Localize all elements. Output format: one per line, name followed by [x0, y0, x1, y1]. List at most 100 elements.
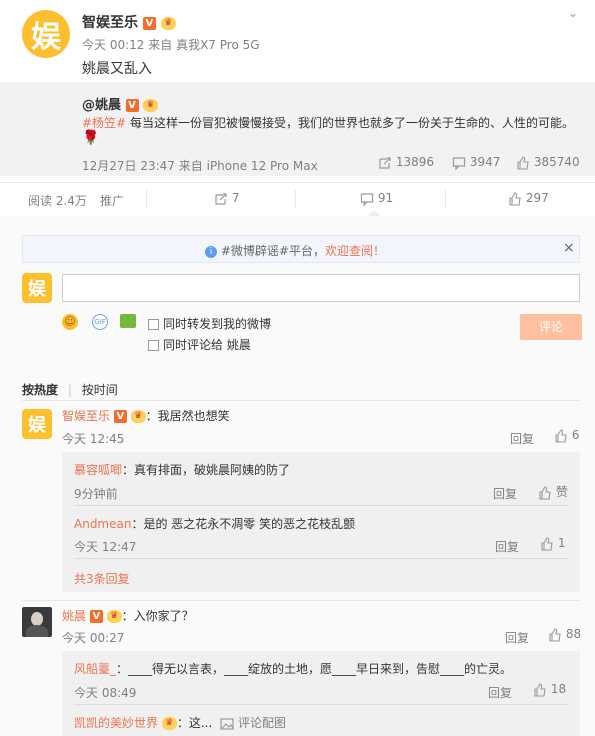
comment-time: 今天 00:27 — [62, 631, 125, 645]
author-avatar[interactable]: 娱 — [22, 10, 70, 58]
comment-text: ：我居然也想笑 — [145, 409, 230, 423]
thumbs-up-icon — [534, 682, 546, 697]
image-icon — [220, 717, 234, 730]
vip-badge: ♛ — [130, 410, 146, 423]
post-source-prefix: 来自 — [148, 38, 173, 52]
notice-tag[interactable]: #微博辟谣#平台， — [221, 244, 325, 258]
repost-forward-count[interactable]: 13896 — [378, 155, 434, 170]
comment-count: 91 — [377, 191, 394, 205]
reply-like[interactable]: 赞 — [538, 483, 568, 500]
author-name[interactable]: 智娱至乐 — [82, 15, 138, 31]
reply-row: 慕容呱唧：真有排面，破姚晨阿姨的防了 — [74, 461, 290, 478]
info-icon: i — [205, 245, 217, 258]
reply-link[interactable]: 回复 — [488, 684, 512, 701]
reply-text: ：是的 恶之花永不凋零 笑的恶之花枝乱颤 — [131, 517, 356, 531]
gif-icon[interactable]: GIF — [92, 314, 108, 330]
reply-like[interactable]: 18 — [533, 682, 566, 697]
weibo-post-card: 娱 智娱至乐 V ♛ ⌄ 今天 00:12 来自 真我X7 Pro 5G 姚晨又… — [0, 0, 595, 736]
reply-time: 今天 08:49 — [74, 686, 137, 700]
thumbs-up-icon — [517, 155, 529, 170]
repost-source-prefix: 来自 — [178, 159, 203, 173]
commenter-avatar[interactable]: 娱 — [22, 409, 52, 439]
sort-hot[interactable]: 按热度 — [22, 383, 58, 397]
thumbs-up-icon — [539, 485, 551, 500]
reply-text: ：____得无以言表，____绽放的土地，愿____早日来到，告慰____的亡灵… — [116, 662, 513, 676]
chevron-down-icon[interactable]: ⌄ — [568, 6, 578, 20]
reply-row: 风船薹_：____得无以言表，____绽放的土地，愿____早日来到，告慰___… — [74, 660, 512, 677]
repost-time[interactable]: 12月27日 23:47 — [82, 159, 175, 173]
topic-tag[interactable]: #杨笠# — [82, 116, 126, 130]
promote-link[interactable]: 推广 — [100, 192, 124, 209]
commenter-avatar[interactable] — [22, 607, 52, 637]
comment-text: ：入你家了？ — [121, 609, 194, 623]
reply-row: 凯凯的美妙世界 ♛ ：这... 评论配图 — [74, 714, 286, 731]
repost-meta: 12月27日 23:47 来自 iPhone 12 Pro Max — [82, 157, 318, 174]
like-count: 6 — [571, 428, 580, 442]
forward-count: 13896 — [395, 155, 435, 169]
like-count: 297 — [525, 191, 549, 205]
vip-badge: ♛ — [160, 16, 176, 30]
rose-emoji: 🌹 — [82, 130, 100, 146]
like-count: 88 — [565, 627, 582, 641]
close-icon[interactable]: × — [563, 240, 575, 256]
vip-badge: ♛ — [161, 717, 177, 730]
vip-badge: ♛ — [106, 610, 122, 623]
reply-link[interactable]: 回复 — [510, 430, 534, 447]
repost-author[interactable]: @姚晨 — [82, 98, 121, 113]
repost-text: #杨笠# 每当这样一份冒犯被慢慢接受，我们的世界也就多了一份关于生命的、人性的可… — [82, 114, 582, 132]
verified-badge: V — [113, 410, 127, 423]
post-source[interactable]: 真我X7 Pro 5G — [176, 38, 259, 52]
option-forward-label: 同时转发到我的微博 — [163, 317, 272, 331]
thumbs-up-icon — [549, 627, 561, 642]
option-comment-to[interactable]: 同时评论给 姚晨 — [148, 336, 251, 353]
comment-text-row: 姚晨 V ♛ ：入你家了？ — [62, 607, 194, 624]
post-text: 姚晨又乱入 — [82, 61, 152, 77]
repost-comment-count[interactable]: 3947 — [452, 155, 500, 170]
verified-badge: V — [89, 610, 103, 623]
vip-badge: ♛ — [143, 99, 159, 112]
reply-time: 9分钟前 — [74, 487, 118, 501]
post-time[interactable]: 今天 00:12 — [82, 38, 144, 52]
reply-link[interactable]: 回复 — [495, 538, 519, 555]
image-icon[interactable] — [120, 314, 136, 328]
repost-body: 每当这样一份冒犯被慢慢接受，我们的世界也就多了一份关于生命的、人性的可能。 — [126, 116, 574, 130]
sort-time[interactable]: 按时间 — [82, 383, 118, 397]
comment-input[interactable] — [62, 274, 580, 302]
comment-icon — [452, 156, 466, 170]
reply-link[interactable]: 回复 — [493, 485, 517, 502]
like-count: 385740 — [533, 155, 580, 169]
submit-comment-button[interactable]: 评论 — [520, 314, 582, 340]
verified-badge: V — [125, 99, 139, 112]
checkbox[interactable] — [148, 340, 159, 351]
emoji-icon[interactable]: ☺ — [62, 314, 78, 330]
verified-badge: V — [142, 16, 156, 30]
post-meta: 今天 00:12 来自 真我X7 Pro 5G — [82, 36, 260, 53]
forward-count: 7 — [231, 191, 240, 205]
commenter-name[interactable]: 姚晨 — [62, 609, 86, 623]
comment-icon — [360, 192, 374, 206]
reply-like[interactable]: 1 — [540, 536, 565, 551]
checkbox[interactable] — [148, 319, 159, 330]
comment-like[interactable]: 88 — [548, 627, 581, 642]
notice-action[interactable]: 欢迎查阅！ — [325, 244, 385, 258]
more-replies-link[interactable]: 共3条回复 — [74, 570, 130, 587]
replier-name[interactable]: 风船薹_ — [74, 662, 116, 676]
forward-icon — [379, 156, 391, 169]
forward-button[interactable]: 7 — [214, 191, 239, 206]
comment-count: 3947 — [469, 155, 501, 169]
option-forward[interactable]: 同时转发到我的微博 — [148, 315, 271, 332]
repost-source[interactable]: iPhone 12 Pro Max — [207, 159, 318, 173]
replier-name[interactable]: 慕容呱唧 — [74, 463, 122, 477]
replier-name[interactable]: Andmean — [74, 517, 131, 531]
reply-text: ：这... — [176, 716, 213, 730]
replier-name[interactable]: 凯凯的美妙世界 — [74, 716, 158, 730]
comment-like[interactable]: 6 — [554, 428, 579, 443]
reply-link[interactable]: 回复 — [505, 629, 529, 646]
comment-button[interactable]: 91 — [360, 191, 393, 206]
repost-like-count[interactable]: 385740 — [516, 155, 580, 170]
like-button[interactable]: 297 — [508, 191, 549, 206]
comment-image-link[interactable]: 评论配图 — [238, 716, 286, 730]
comment-text-row: 智娱至乐 V ♛ ：我居然也想笑 — [62, 407, 230, 424]
commenter-name[interactable]: 智娱至乐 — [62, 409, 110, 423]
reply-row: Andmean：是的 恶之花永不凋零 笑的恶之花枝乱颤 — [74, 515, 355, 532]
